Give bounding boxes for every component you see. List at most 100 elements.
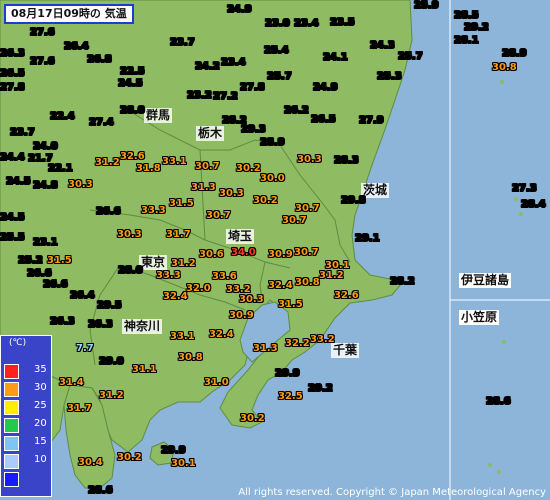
station-temp: 30.7: [282, 215, 307, 226]
station-temp: 29.2: [308, 383, 333, 394]
station-temp: 23.1: [33, 237, 58, 248]
station-temp: 25.3: [377, 71, 402, 82]
station-temp: 30.8: [178, 352, 203, 363]
station-temp: 30.4: [78, 457, 103, 468]
place-tochigi: 栃木: [196, 126, 225, 141]
station-temp: 31.0: [204, 377, 229, 388]
station-temp: 25.2: [18, 255, 43, 266]
station-temp: 31.2: [171, 258, 196, 269]
station-temp: 27.8: [240, 82, 265, 93]
station-temp: 30.3: [219, 188, 244, 199]
station-temp: 27.6: [30, 27, 55, 38]
legend-row: 25: [4, 398, 50, 415]
station-temp: 31.5: [278, 299, 303, 310]
place-tokyo: 東京: [139, 255, 168, 270]
place-izu: 伊豆諸島: [459, 273, 512, 288]
station-temp: 30.9: [268, 249, 293, 260]
station-temp: 24.2: [195, 61, 220, 72]
station-temp: 23.2: [187, 90, 212, 101]
station-temp: 24.9: [227, 4, 252, 15]
station-temp: 30.6: [199, 249, 224, 260]
legend: (℃) 35 30 25 20 15 10: [0, 335, 52, 497]
station-temp: 32.2: [285, 338, 310, 349]
station-temp: 33.2: [310, 334, 335, 345]
station-temp: 26.6: [96, 206, 121, 217]
station-temp: 32.5: [278, 391, 303, 402]
station-temp: 31.4: [59, 377, 84, 388]
station-temp: 34.0: [231, 247, 256, 258]
station-temp: 27.2: [213, 91, 238, 102]
station-temp: 26.2: [284, 105, 309, 116]
station-temp: 31.2: [95, 157, 120, 168]
station-temp: 31.8: [136, 163, 161, 174]
station-temp: 33.3: [156, 270, 181, 281]
station-temp: 27.4: [89, 117, 114, 128]
station-temp: 32.6: [120, 151, 145, 162]
station-temp: 29.9: [275, 368, 300, 379]
station-temp: 26.4: [64, 41, 89, 52]
station-temp: 24.5: [0, 212, 25, 223]
legend-value: 10: [34, 454, 47, 465]
place-chiba: 千葉: [331, 343, 360, 358]
station-temp: 30.7: [206, 210, 231, 221]
legend-unit: (℃): [9, 338, 27, 348]
legend-value: 20: [34, 418, 47, 429]
station-temp: 31.5: [47, 255, 72, 266]
station-temp: 30.3: [239, 294, 264, 305]
legend-value: 35: [34, 364, 47, 375]
station-temp: 26.3: [88, 319, 113, 330]
station-temp: 24.5: [6, 176, 31, 187]
place-ogasawara: 小笠原: [459, 310, 500, 325]
station-temp: 28.2: [390, 276, 415, 287]
station-temp: 23.7: [170, 37, 195, 48]
legend-swatch: [4, 436, 19, 451]
station-temp: 31.1: [132, 364, 157, 375]
station-temp: 32.4: [209, 329, 234, 340]
legend-swatch: [4, 418, 19, 433]
station-temp: 7.7: [76, 343, 94, 354]
station-temp: 27.3: [512, 183, 537, 194]
legend-row: 20: [4, 416, 50, 433]
station-temp: 28.9: [502, 48, 527, 59]
station-temp: 23.4: [294, 18, 319, 29]
station-temp: 29.3: [241, 124, 266, 135]
station-temp: 26.8: [87, 54, 112, 65]
station-temp: 28.0: [118, 265, 143, 276]
station-temp: 33.6: [212, 271, 237, 282]
station-temp: 30.0: [260, 173, 285, 184]
legend-row: [4, 470, 50, 487]
station-temp: 23.5: [330, 17, 355, 28]
station-temp: 32.6: [334, 290, 359, 301]
legend-value: 30: [34, 382, 47, 393]
station-temp: 25.7: [398, 51, 423, 62]
station-temp: 33.1: [162, 156, 187, 167]
station-temp: 33.1: [170, 331, 195, 342]
station-temp: 31.3: [191, 182, 216, 193]
station-temp: 24.1: [323, 52, 348, 63]
station-temp: 24.9: [313, 82, 338, 93]
station-temp: 28.6: [88, 485, 113, 496]
station-temp: 29.5: [97, 300, 122, 311]
station-temp: 28.6: [486, 396, 511, 407]
station-temp: 30.2: [253, 195, 278, 206]
station-temp: 31.3: [253, 343, 278, 354]
legend-swatch: [4, 382, 19, 397]
station-temp: 25.7: [267, 71, 292, 82]
station-temp: 30.7: [294, 247, 319, 258]
station-temp: 30.3: [68, 179, 93, 190]
legend-row: 15: [4, 434, 50, 451]
station-temp: 22.1: [48, 163, 73, 174]
station-temp: 31.5: [169, 198, 194, 209]
station-temp: 25.5: [0, 232, 25, 243]
station-temp: 24.0: [33, 141, 58, 152]
place-gunma: 群馬: [144, 108, 173, 123]
station-temp: 27.8: [0, 82, 25, 93]
station-temp: 24.5: [118, 78, 143, 89]
legend-swatch: [4, 400, 19, 415]
station-temp: 31.7: [67, 403, 92, 414]
station-temp: 26.6: [43, 279, 68, 290]
station-temp: 26.3: [0, 48, 25, 59]
map-title: 08月17日09時の 気温: [4, 4, 134, 24]
station-temp: 29.2: [464, 22, 489, 33]
copyright-notice: All rights reserved. Copyright © Japan M…: [238, 487, 546, 498]
